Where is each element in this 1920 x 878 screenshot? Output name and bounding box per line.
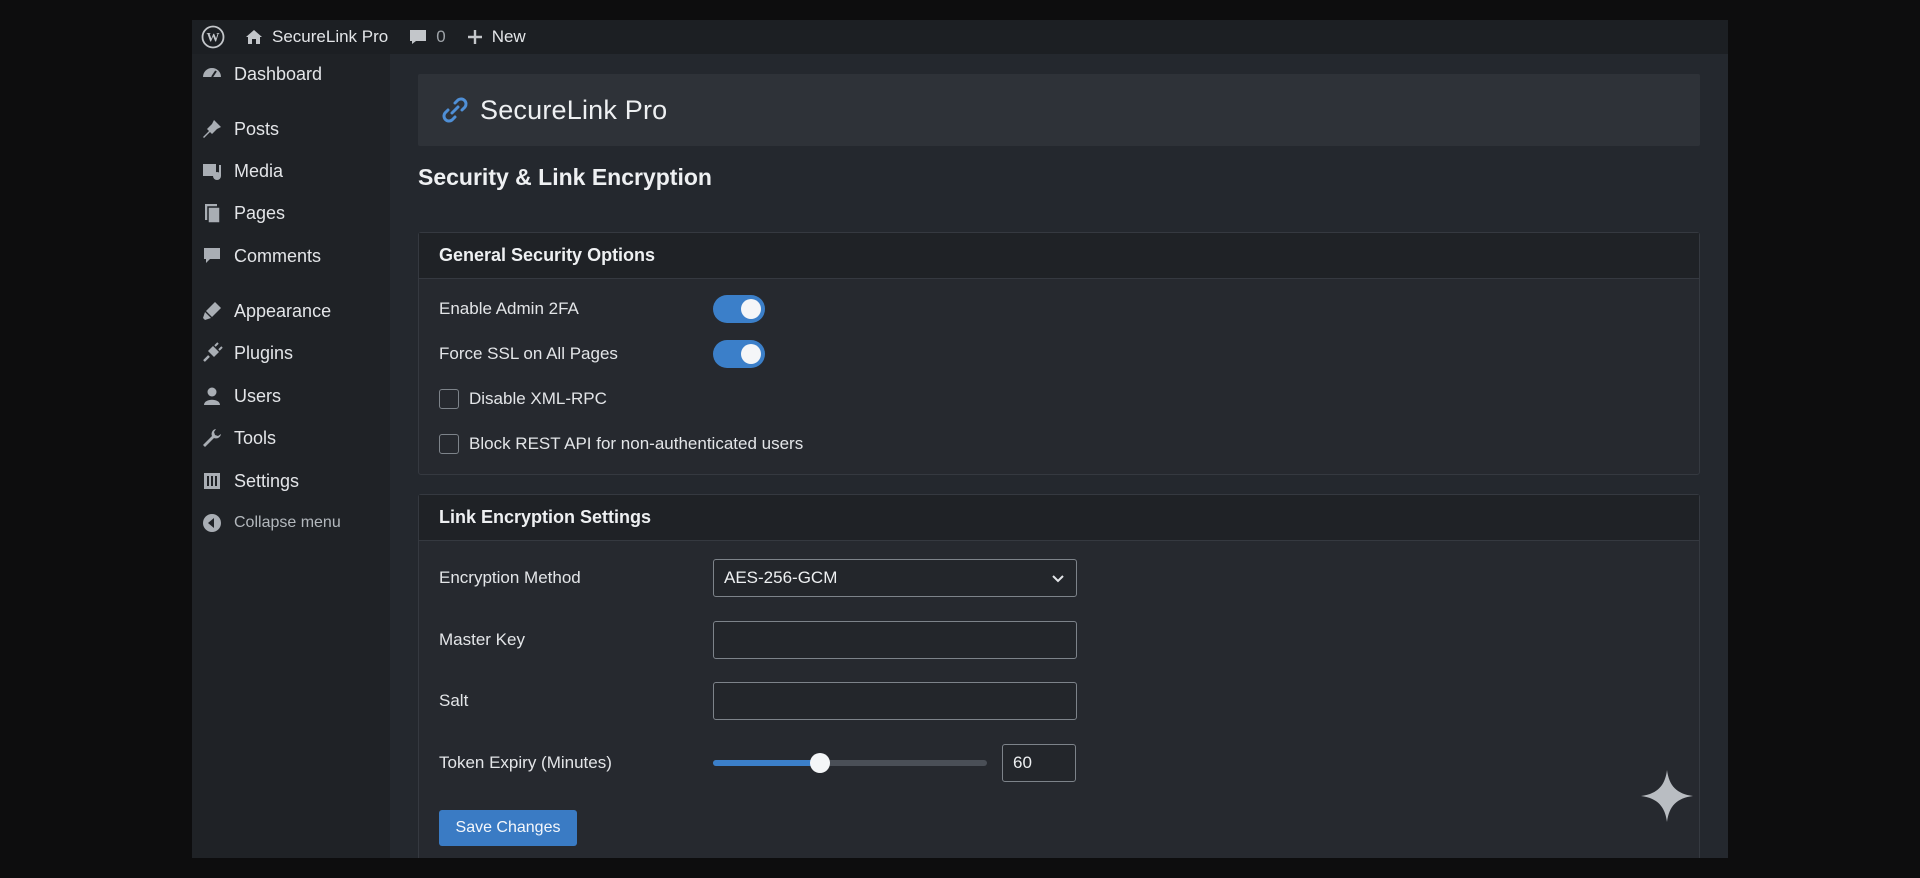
disable-xmlrpc-row: Disable XML-RPC <box>439 385 607 413</box>
master-key-input[interactable] <box>713 621 1077 659</box>
dashboard-icon <box>200 62 224 86</box>
master-key-label: Master Key <box>439 630 525 649</box>
sidebar-item-users[interactable]: Users <box>192 378 390 414</box>
block-rest-api-label: Block REST API for non-authenticated use… <box>469 434 804 453</box>
app-window: W SecureLink Pro 0 New Dashboard Posts M… <box>192 20 1728 858</box>
sidebar-item-label: Media <box>234 160 284 181</box>
token-expiry-slider[interactable] <box>713 749 987 777</box>
sidebar-item-label: Posts <box>234 118 280 139</box>
sidebar-item-label: Dashboard <box>234 63 323 84</box>
encryption-method-row: Encryption Method <box>439 559 581 597</box>
sidebar-item-label: Comments <box>234 245 322 266</box>
wordpress-logo-button[interactable]: W <box>192 20 234 54</box>
link-encryption-heading: Link Encryption Settings <box>419 495 1699 541</box>
token-expiry-row: Token Expiry (Minutes) <box>439 744 612 782</box>
sidebar-item-appearance[interactable]: Appearance <box>192 293 390 329</box>
new-label: New <box>491 27 526 46</box>
page-title: Security & Link Encryption <box>418 164 712 190</box>
force-ssl-toggle[interactable] <box>713 340 765 368</box>
admin-bar: W SecureLink Pro 0 New <box>192 20 1728 54</box>
collapse-menu-button[interactable]: Collapse menu <box>192 505 390 541</box>
svg-text:W: W <box>207 30 220 45</box>
general-security-heading: General Security Options <box>419 233 1699 279</box>
salt-row: Salt <box>439 682 468 720</box>
sidebar-item-tools[interactable]: Tools <box>192 420 390 456</box>
general-security-panel: General Security Options Enable Admin 2F… <box>418 232 1700 475</box>
sidebar-item-label: Users <box>234 385 282 406</box>
link-icon <box>438 93 472 127</box>
disable-xmlrpc-checkbox[interactable] <box>439 389 459 409</box>
sidebar-item-media[interactable]: Media <box>192 153 390 189</box>
plus-icon <box>467 30 482 44</box>
main-content: SecureLink Pro Security & Link Encryptio… <box>390 54 1728 858</box>
comments-count: 0 <box>436 27 446 46</box>
sidebar-item-posts[interactable]: Posts <box>192 111 390 147</box>
wordpress-icon: W <box>201 25 225 49</box>
sidebar-item-label: Tools <box>234 427 277 448</box>
plugin-title: SecureLink Pro <box>480 94 668 125</box>
settings-icon <box>200 469 224 493</box>
sidebar-item-label: Plugins <box>234 342 294 363</box>
disable-xmlrpc-label: Disable XML-RPC <box>469 389 607 408</box>
encryption-method-value: AES-256-GCM <box>724 568 838 587</box>
site-home-link[interactable]: SecureLink Pro <box>244 20 388 54</box>
plugin-header: SecureLink Pro <box>418 74 1700 146</box>
save-changes-button[interactable]: Save Changes <box>439 810 577 846</box>
comments-link[interactable]: 0 <box>408 20 446 54</box>
admin-2fa-toggle[interactable] <box>713 295 765 323</box>
admin-sidebar: Dashboard Posts Media Pages Comments App… <box>192 54 390 858</box>
sparkle-icon <box>1641 770 1693 822</box>
plug-icon <box>200 341 224 365</box>
comment-bubble-icon <box>410 30 427 44</box>
sidebar-item-label: Settings <box>234 470 300 491</box>
sidebar-item-dashboard[interactable]: Dashboard <box>192 56 390 92</box>
encryption-method-select[interactable]: AES-256-GCM <box>713 559 1077 597</box>
sidebar-item-label: Appearance <box>234 300 332 321</box>
collapse-menu-label: Collapse menu <box>234 514 341 531</box>
sidebar-item-comments[interactable]: Comments <box>192 238 390 274</box>
collapse-arrow-icon <box>200 511 224 535</box>
home-icon <box>246 30 262 44</box>
token-expiry-input[interactable]: 60 <box>1002 744 1076 782</box>
pages-icon <box>200 201 224 225</box>
user-icon <box>200 384 224 408</box>
admin-2fa-label: Enable Admin 2FA <box>439 299 579 318</box>
block-rest-api-row: Block REST API for non-authenticated use… <box>439 430 803 458</box>
force-ssl-label: Force SSL on All Pages <box>439 344 618 363</box>
site-name: SecureLink Pro <box>272 27 389 46</box>
sidebar-item-pages[interactable]: Pages <box>192 195 390 231</box>
slider-fill <box>713 760 820 766</box>
chevron-down-icon <box>1052 575 1064 583</box>
block-rest-api-checkbox[interactable] <box>439 434 459 454</box>
admin-2fa-row: Enable Admin 2FA <box>439 295 579 323</box>
toggle-knob <box>741 344 761 364</box>
new-content-link[interactable]: New <box>466 20 526 54</box>
salt-label: Salt <box>439 691 469 710</box>
toggle-knob <box>741 299 761 319</box>
force-ssl-row: Force SSL on All Pages <box>439 340 618 368</box>
master-key-row: Master Key <box>439 621 525 659</box>
media-icon <box>200 159 224 183</box>
token-expiry-label: Token Expiry (Minutes) <box>439 753 612 772</box>
encryption-method-label: Encryption Method <box>439 568 581 587</box>
pin-icon <box>200 117 224 141</box>
sidebar-item-label: Pages <box>234 202 286 223</box>
sidebar-item-plugins[interactable]: Plugins <box>192 335 390 371</box>
wrench-icon <box>200 426 224 450</box>
salt-input[interactable] <box>713 682 1077 720</box>
sidebar-item-settings[interactable]: Settings <box>192 463 390 499</box>
link-encryption-panel: Link Encryption Settings Encryption Meth… <box>418 494 1700 858</box>
slider-thumb[interactable] <box>810 753 830 773</box>
paintbrush-icon <box>200 299 224 323</box>
comment-icon <box>200 244 224 268</box>
